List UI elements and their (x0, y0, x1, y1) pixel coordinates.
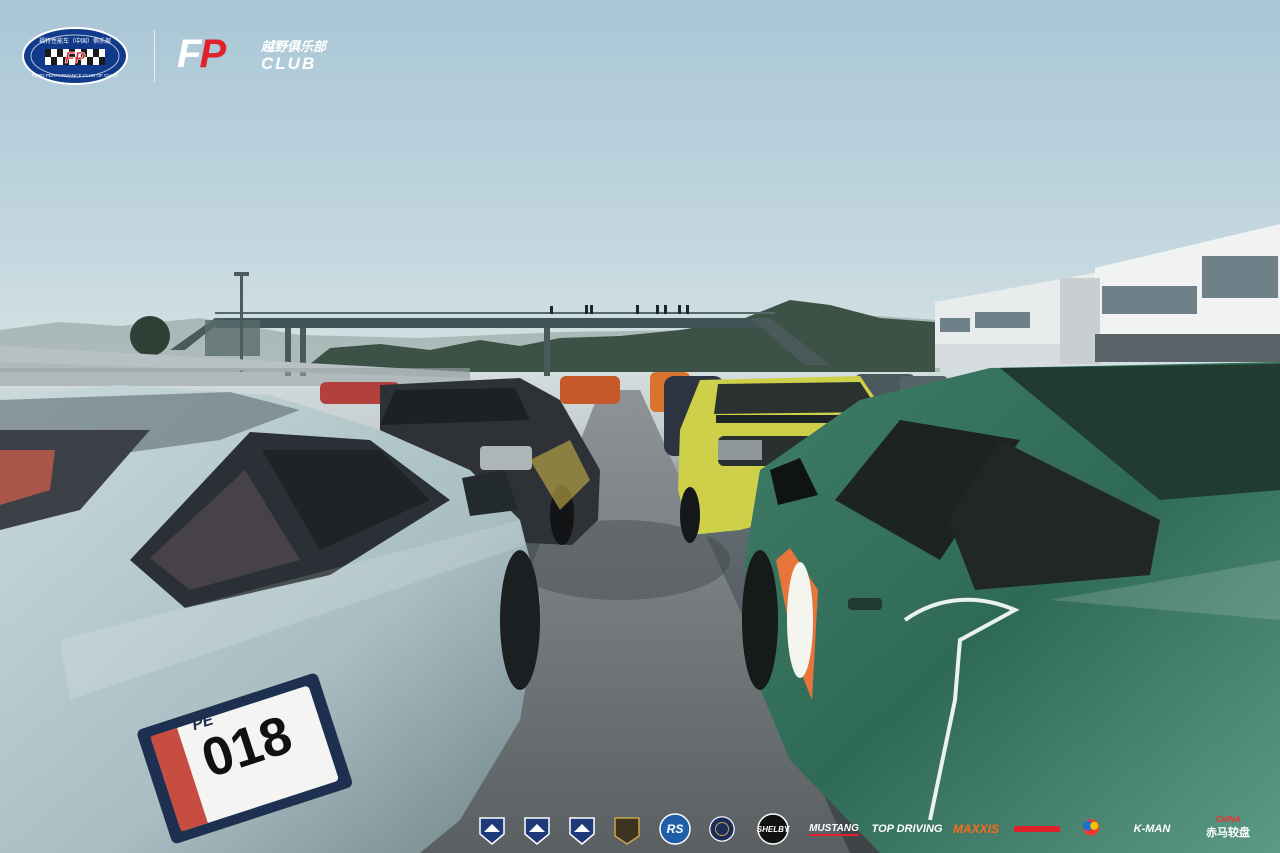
badge-cn-text: 福特性能车（中国）俱乐部 (39, 37, 111, 45)
sponsor-kman-logo: K-MAN (1133, 823, 1171, 835)
sponsor-maxxis-logo: MAXXIS (952, 822, 999, 836)
fp-offroad-club-logo: FP 越野俱乐部 CLUB (177, 32, 347, 80)
sponsor-mustang-logo: MUSTANG (809, 822, 859, 836)
sponsor-strip: RS SHELBY MUSTANG TOP DRIVING MAXXIS K-M… (470, 808, 1270, 848)
total-energies-icon (1082, 819, 1100, 836)
pit-buildings (935, 224, 1280, 368)
red-stripe-icon (1014, 826, 1060, 832)
fp-club-en: CLUB (261, 54, 317, 73)
club-shield-icon (524, 817, 550, 845)
ford-roundel-icon (709, 816, 735, 842)
sponsor-topdriving-logo: TOP DRIVING (871, 823, 943, 835)
sponsor-chima-logo: CHINA 赤马较盘 (1206, 814, 1250, 839)
club-shield-icon (569, 817, 595, 845)
fp-club-cn: 越野俱乐部 (261, 39, 327, 54)
green-mustang (742, 362, 1280, 853)
badge-fp-mark: FP (65, 50, 86, 67)
logo-divider (154, 30, 155, 82)
footbridge-deck (215, 318, 775, 328)
club-logos: FP 福特性能车（中国）俱乐部 FORD PERFORMANCE CLUB OF… (22, 26, 347, 86)
sponsor-shelby-logo: SHELBY (752, 813, 794, 845)
gold-crest-icon (614, 817, 640, 845)
photo-scene: PE 018 FP 福特性能车（中国）俱乐部 FORD PERFORMANCE … (0, 0, 1280, 853)
badge-en-text: FORD PERFORMANCE CLUB OF CHINA (32, 73, 120, 78)
ford-performance-badge-icon: FP 福特性能车（中国）俱乐部 FORD PERFORMANCE CLUB OF… (22, 27, 128, 85)
sponsor-red-logo (1012, 816, 1062, 842)
club-shield-icon (479, 817, 505, 845)
sponsor-rs-logo: RS (658, 813, 692, 845)
fp-logo-letters: FP (177, 32, 226, 76)
